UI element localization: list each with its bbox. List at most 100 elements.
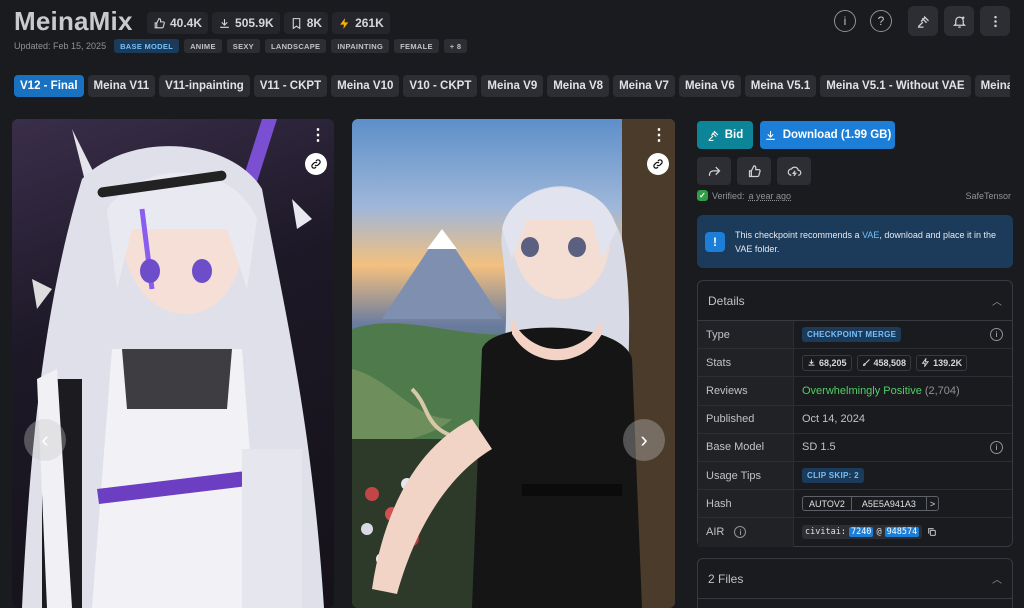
reviews-count: (2,704)	[924, 384, 960, 397]
generate-button[interactable]	[777, 157, 811, 185]
primary-actions: Bid Download (1.99 GB)	[697, 121, 895, 149]
bolt-icon	[340, 17, 349, 29]
bid-label: Bid	[724, 129, 744, 141]
download-icon	[808, 359, 815, 366]
notice-text-start: This checkpoint recommends a	[735, 230, 863, 240]
info-icon[interactable]: i	[990, 328, 1003, 341]
downloads-mini-stat: 68,205	[802, 354, 852, 371]
anime-girl-white-hair-image	[22, 119, 324, 608]
files-header[interactable]: 2 Files ︿	[698, 559, 1012, 599]
likes-stat[interactable]: 40.4K	[147, 12, 209, 34]
image-menu-icon[interactable]: ⋮	[310, 126, 326, 146]
air-model-id: 7240	[848, 527, 874, 538]
model-meta: Updated: Feb 15, 2025 BASE MODEL ANIME S…	[14, 39, 468, 53]
download-label: Download (1.99 GB)	[782, 129, 892, 141]
tab-meina-v5-1-without-vae[interactable]: Meina V5.1 - Without VAE	[820, 75, 971, 97]
gavel-icon[interactable]	[908, 6, 938, 36]
download-button[interactable]: Download (1.99 GB)	[760, 121, 895, 149]
detail-row-base-model: Base Model SD 1.5 i	[698, 433, 1012, 462]
download-icon	[765, 130, 775, 140]
hash-selector[interactable]: AUTOV2 A5E5A941A3 >	[802, 496, 940, 512]
tab-v11-ckpt[interactable]: V11 - CKPT	[253, 75, 328, 97]
tab-meina-v5-1[interactable]: Meina V5.1	[744, 75, 817, 97]
clip-skip-badge: CLIP SKIP: 2	[802, 468, 864, 484]
generations-mini-stat: 458,508	[856, 354, 912, 371]
hash-label: Hash	[698, 490, 794, 518]
buzz-stat[interactable]: 261K	[332, 12, 390, 34]
tag-sexy[interactable]: SEXY	[226, 39, 260, 53]
bell-plus-icon[interactable]	[944, 6, 974, 36]
published-value: Oct 14, 2024	[802, 413, 865, 426]
base-model-tag[interactable]: BASE MODEL	[114, 39, 180, 53]
tab-meina-v11[interactable]: Meina V11	[87, 75, 156, 97]
bolt-icon	[921, 358, 930, 368]
tag-female[interactable]: FEMALE	[394, 39, 439, 53]
hash-algorithm: AUTOV2	[803, 497, 852, 511]
cloud-bolt-icon	[787, 166, 801, 176]
tab-meina-v5[interactable]: Meina V5	[974, 75, 1010, 97]
prev-image-button[interactable]: ‹	[24, 419, 66, 461]
downloads-count: 505.9K	[235, 16, 274, 30]
air-identifier[interactable]: civitai: 7240 @ 948574	[802, 525, 923, 540]
model-stats: 40.4K 505.9K 8K 261K	[147, 12, 390, 34]
tab-v11-inpainting[interactable]: V11-inpainting	[159, 75, 250, 97]
more-vertical-icon[interactable]	[980, 6, 1010, 36]
tab-meina-v7[interactable]: Meina V7	[613, 75, 675, 97]
link-icon[interactable]	[647, 153, 669, 175]
generations-value: 458,508	[873, 357, 907, 368]
buzz-value: 139.2K	[933, 357, 963, 368]
link-icon[interactable]	[305, 153, 327, 175]
tab-meina-v9[interactable]: Meina V9	[481, 75, 544, 97]
details-header[interactable]: Details ︿	[698, 281, 1012, 321]
bid-button[interactable]: Bid	[697, 121, 753, 149]
share-button[interactable]	[697, 157, 731, 185]
verified-prefix: Verified:	[712, 190, 745, 201]
bookmarks-stat[interactable]: 8K	[283, 12, 329, 34]
info-icon[interactable]: i	[734, 526, 747, 539]
air-version-id: 948574	[884, 527, 920, 538]
copy-icon[interactable]	[927, 527, 937, 537]
tag-inpainting[interactable]: INPAINTING	[331, 39, 390, 53]
type-label: Type	[698, 321, 794, 349]
tab-v12-final[interactable]: V12 - Final	[14, 75, 84, 97]
tab-meina-v10[interactable]: Meina V10	[331, 75, 400, 97]
tag-landscape[interactable]: LANDSCAPE	[264, 39, 327, 53]
header-actions: i ?	[834, 6, 1010, 36]
help-icon[interactable]: ?	[870, 10, 892, 32]
bookmarks-count: 8K	[306, 16, 323, 30]
air-label: AIR	[706, 526, 725, 539]
tab-v10-ckpt[interactable]: V10 - CKPT	[403, 75, 478, 97]
share-icon	[708, 166, 720, 176]
base-model-value: SD 1.5	[802, 441, 836, 454]
gallery-image-2[interactable]: ⋮ ›	[352, 119, 675, 608]
next-image-button[interactable]: ›	[623, 419, 665, 461]
info-icon[interactable]: i	[834, 10, 856, 32]
tab-meina-v6[interactable]: Meina V6	[678, 75, 741, 97]
vae-link[interactable]: VAE	[862, 230, 879, 240]
files-title: 2 Files	[708, 571, 744, 586]
secondary-actions	[697, 157, 811, 185]
gallery-image-1[interactable]: ⋮ ‹	[12, 119, 334, 608]
buzz-mini-stat: 139.2K	[916, 354, 968, 371]
downloads-stat[interactable]: 505.9K	[212, 12, 280, 34]
image-menu-icon[interactable]: ⋮	[651, 126, 667, 146]
files-panel: 2 Files ︿	[697, 558, 1013, 608]
like-button[interactable]	[737, 157, 771, 185]
tab-meina-v8[interactable]: Meina V8	[547, 75, 610, 97]
more-tags-button[interactable]: + 8	[443, 39, 468, 53]
info-icon[interactable]: i	[990, 440, 1003, 454]
bookmark-icon	[292, 17, 301, 29]
version-tabs: V12 - Final Meina V11 V11-inpainting V11…	[14, 75, 1010, 97]
model-header: MeinaMix 40.4K 505.9K 8K 261K Updated: F…	[14, 6, 1010, 56]
downloads-value: 68,205	[819, 357, 847, 368]
download-icon	[220, 18, 229, 28]
reviews-summary[interactable]: Overwhelmingly Positive	[802, 385, 922, 397]
thumbs-up-icon	[748, 164, 761, 177]
usage-tips-label: Usage Tips	[698, 461, 794, 490]
detail-row-published: Published Oct 14, 2024	[698, 405, 1012, 434]
tag-anime[interactable]: ANIME	[184, 39, 222, 53]
alert-info-icon: !	[705, 232, 725, 252]
type-badge: CHECKPOINT MERGE	[802, 327, 902, 343]
chevron-up-icon: ︿	[992, 297, 1002, 308]
details-panel: Details ︿ Type CHECKPOINT MERGE i Stats …	[697, 280, 1013, 547]
